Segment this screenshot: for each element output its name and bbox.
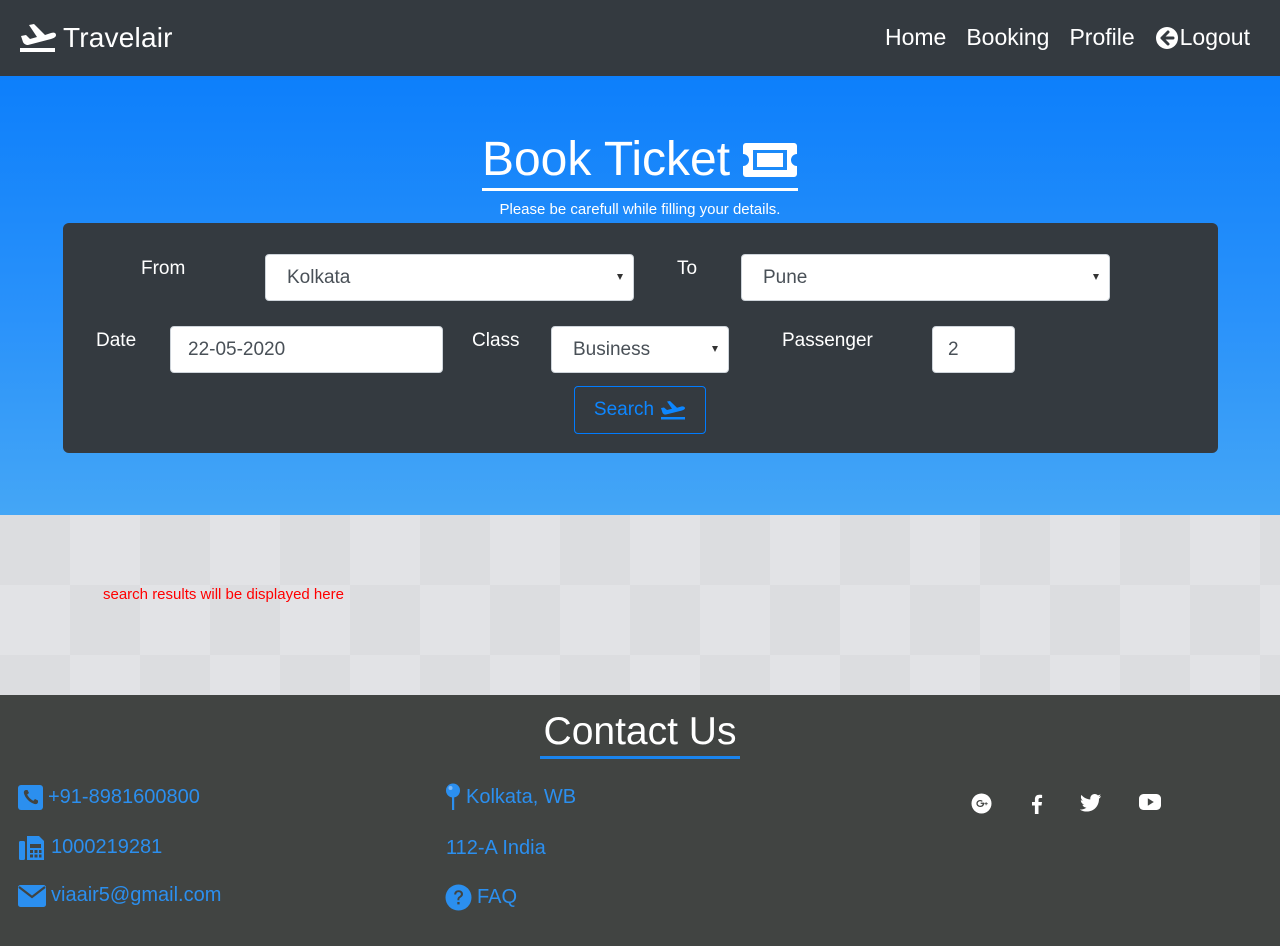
footer-address-text: 112-A India (446, 837, 546, 859)
to-label: To (677, 258, 698, 279)
booking-form: From Kolkata To Pune Date 22-05-2020 Cla… (63, 223, 1218, 453)
search-results-area: search results will be displayed here (0, 515, 1280, 695)
ticket-icon (743, 142, 798, 177)
footer-phone[interactable]: +91-8981600800 (18, 785, 200, 810)
footer-location-text: Kolkata, WB (466, 785, 577, 808)
search-button-label: Search (593, 399, 655, 420)
from-label: From (141, 258, 186, 279)
chevron-down-icon (712, 346, 718, 352)
chevron-down-icon (1093, 274, 1099, 280)
footer: Contact Us +91-8981600800 1000219281 via… (0, 695, 1280, 946)
passenger-input[interactable]: 2 (932, 326, 1015, 373)
passenger-input-value: 2 (948, 338, 959, 360)
results-placeholder: search results will be displayed here (103, 586, 344, 603)
date-label: Date (96, 330, 137, 351)
facebook-icon[interactable] (1029, 793, 1044, 815)
nav-logout-label: Logout (1179, 24, 1250, 50)
date-input[interactable]: 22-05-2020 (170, 326, 443, 373)
brand-name: Travelair (63, 22, 173, 53)
class-select-value: Business (573, 338, 651, 360)
youtube-icon[interactable] (1139, 793, 1161, 811)
page-title: Book Ticket (481, 132, 799, 191)
chevron-down-icon (617, 274, 623, 280)
footer-email-text: viaair5@gmail.com (51, 884, 222, 906)
footer-email[interactable]: viaair5@gmail.com (18, 884, 221, 907)
plane-departure-icon (20, 24, 56, 52)
nav-logout[interactable]: Logout (1155, 24, 1250, 51)
plane-departure-icon (661, 401, 686, 420)
envelope-icon (18, 884, 46, 907)
from-select-value: Kolkata (287, 266, 351, 288)
footer-faq-text: FAQ (477, 886, 518, 908)
footer-location[interactable]: Kolkata, WB (445, 783, 576, 811)
to-select-value: Pune (763, 266, 808, 288)
footer-title-wrap: Contact Us (0, 709, 1280, 759)
map-pin-icon (446, 783, 460, 810)
class-label: Class (472, 330, 520, 351)
footer-phone-text: +91-8981600800 (48, 786, 200, 808)
hero-subtitle: Please be carefull while filling your de… (499, 201, 781, 218)
page-title-text: Book Ticket (481, 133, 731, 186)
navbar: Travelair Home Booking Profile Logout (0, 0, 1280, 76)
hero-section: Book Ticket Please be carefull while fil… (0, 76, 1280, 515)
arrow-circle-left-icon (1155, 26, 1178, 49)
footer-faq[interactable]: FAQ (445, 884, 517, 911)
from-select[interactable]: Kolkata (265, 254, 634, 301)
footer-fax[interactable]: 1000219281 (18, 833, 162, 861)
google-plus-icon[interactable] (971, 793, 992, 814)
to-select[interactable]: Pune (741, 254, 1110, 301)
phone-square-icon (18, 785, 43, 810)
date-input-value: 22-05-2020 (188, 338, 286, 360)
nav-profile[interactable]: Profile (1069, 24, 1134, 51)
footer-fax-text: 1000219281 (51, 835, 163, 858)
question-circle-icon (445, 884, 472, 911)
twitter-icon[interactable] (1080, 793, 1102, 813)
footer-title: Contact Us (539, 709, 741, 759)
brand-link[interactable]: Travelair (19, 20, 173, 56)
fax-icon (19, 836, 44, 860)
nav-booking[interactable]: Booking (966, 24, 1049, 51)
hero-title-wrap: Book Ticket (0, 132, 1280, 191)
class-select[interactable]: Business (551, 326, 729, 373)
passenger-label: Passenger (782, 330, 873, 351)
nav-links: Home Booking Profile Logout (865, 24, 1250, 51)
search-button[interactable]: Search (574, 386, 706, 434)
nav-home[interactable]: Home (885, 24, 946, 51)
footer-address: 112-A India (446, 837, 546, 860)
